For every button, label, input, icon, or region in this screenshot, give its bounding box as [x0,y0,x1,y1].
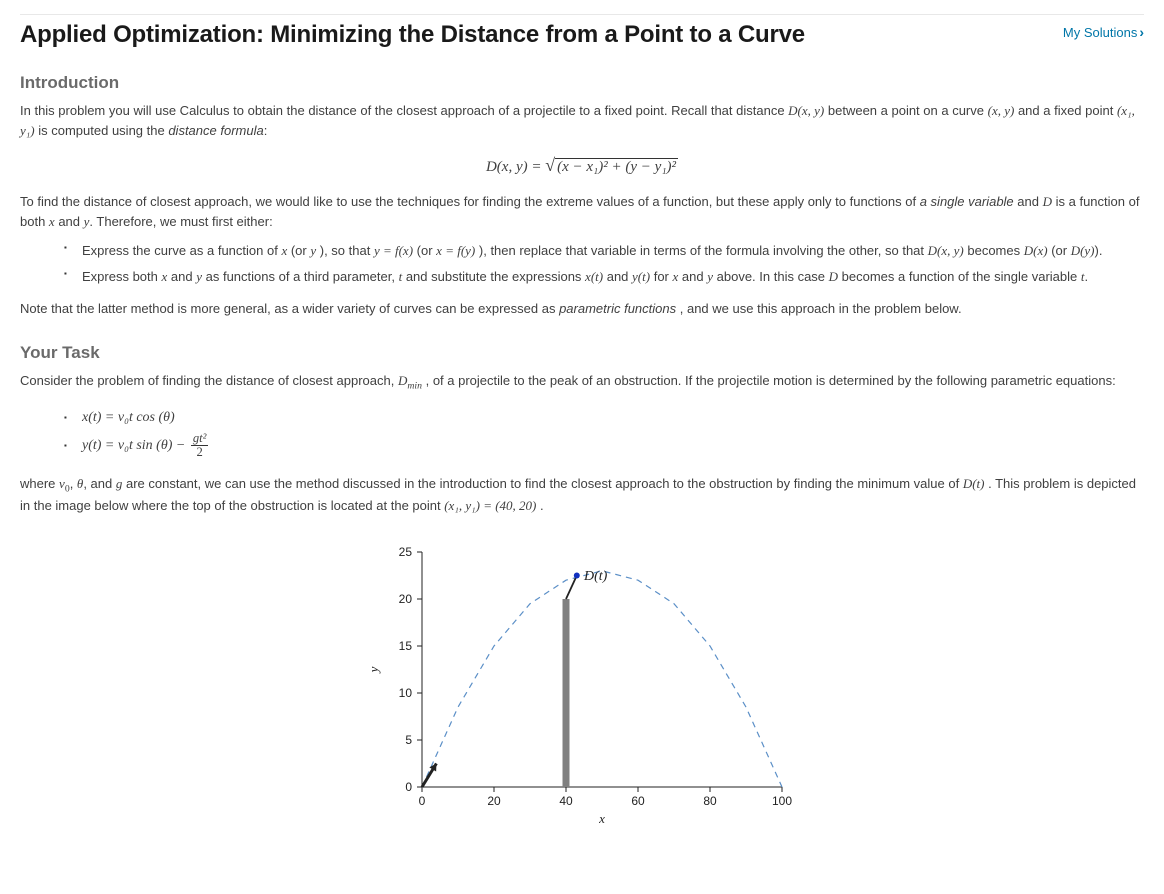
chevron-right-icon: › [1139,24,1144,40]
svg-text:60: 60 [631,794,645,808]
intro-heading: Introduction [20,73,1144,93]
page-title: Applied Optimization: Minimizing the Dis… [20,21,805,49]
svg-text:10: 10 [399,686,413,700]
svg-text:20: 20 [399,592,413,606]
svg-text:25: 25 [399,545,413,559]
intro-p3: Note that the latter method is more gene… [20,299,1144,319]
task-p1: Consider the problem of finding the dist… [20,371,1144,394]
svg-text:40: 40 [559,794,573,808]
svg-text:20: 20 [487,794,501,808]
svg-text:0: 0 [405,780,412,794]
svg-text:0: 0 [419,794,426,808]
parametric-equations: x(t) = v₀t cos (θ) y(t) = v₀t sin (θ) − … [20,404,1144,460]
my-solutions-label: My Solutions [1063,25,1137,40]
svg-text:100: 100 [772,794,792,808]
svg-text:D(t): D(t) [583,569,608,584]
svg-text:y: y [366,666,381,674]
list-item: y(t) = v₀t sin (θ) − gt²2 [68,432,1144,460]
distance-formula: D(x, y) = √(x − x₁)² + (y − y₁)² [20,155,1144,176]
trajectory-chart: 0 20 40 60 80 100 0 5 10 15 20 25 x y D(t) [362,537,802,827]
svg-text:x: x [598,811,605,826]
task-heading: Your Task [20,343,1144,363]
svg-text:15: 15 [399,639,413,653]
intro-p1: In this problem you will use Calculus to… [20,101,1144,141]
intro-options-list: Express the curve as a function of x (or… [20,241,1144,287]
problem-figure: 0 20 40 60 80 100 0 5 10 15 20 25 x y D(t) [20,537,1144,827]
list-item: x(t) = v₀t cos (θ) [68,404,1144,432]
svg-text:80: 80 [703,794,717,808]
task-p2: where v0, θ, and g are constant, we can … [20,474,1144,517]
list-item: Express the curve as a function of x (or… [68,241,1144,261]
my-solutions-link[interactable]: My Solutions › [1063,24,1144,40]
intro-p2: To find the distance of closest approach… [20,192,1144,232]
list-item: Express both x and y as functions of a t… [68,267,1144,287]
svg-text:5: 5 [405,733,412,747]
